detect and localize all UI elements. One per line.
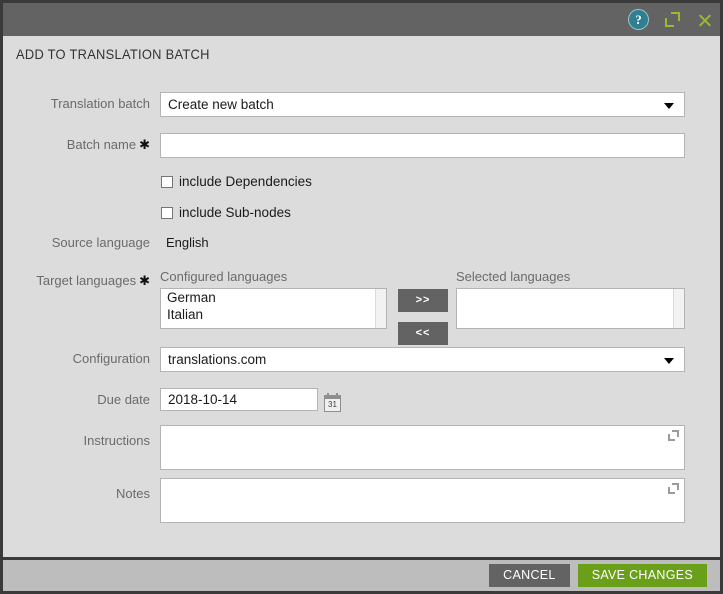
help-icon[interactable]: ? (629, 10, 648, 29)
add-language-button[interactable]: >> (398, 289, 448, 312)
expand-icon-notes[interactable] (668, 483, 679, 494)
label-configuration: Configuration (3, 351, 150, 366)
page-title: ADD TO TRANSLATION BATCH (16, 46, 210, 62)
close-icon[interactable] (697, 12, 713, 28)
checkbox-include-dependencies[interactable]: include Dependencies (161, 174, 312, 189)
due-date-input[interactable] (160, 388, 318, 411)
checkbox-include-subnodes[interactable]: include Sub-nodes (161, 205, 291, 220)
required-marker-target: ✱ (136, 273, 150, 288)
remove-language-button[interactable]: << (398, 322, 448, 345)
configured-list-scrollbar[interactable] (375, 289, 386, 328)
dialog-footer: CANCEL SAVE CHANGES (0, 557, 723, 591)
instructions-textarea[interactable] (160, 425, 685, 470)
label-instructions: Instructions (3, 433, 150, 448)
configuration-value: translations.com (168, 348, 266, 371)
calendar-day-number: 31 (325, 399, 340, 410)
window-controls: ? (629, 3, 713, 36)
label-target-languages: Target languages✱ (3, 273, 150, 289)
label-target-languages-text: Target languages (36, 273, 136, 288)
checkbox-box-dependencies[interactable] (161, 176, 173, 188)
label-batch-name-text: Batch name (67, 137, 136, 152)
list-item[interactable]: German (161, 289, 386, 306)
caption-selected-languages: Selected languages (456, 269, 570, 284)
caption-configured-languages: Configured languages (160, 269, 287, 284)
notes-textarea[interactable] (160, 478, 685, 523)
add-to-translation-batch-dialog: ? ADD TO TRANSLATION BATCH Translation b… (0, 0, 723, 594)
label-source-language: Source language (3, 235, 150, 250)
expand-icon-instructions[interactable] (668, 430, 679, 441)
label-batch-name: Batch name✱ (3, 137, 150, 153)
form-body: Translation batch Create new batch Batch… (3, 70, 720, 555)
required-marker: ✱ (136, 137, 150, 152)
translation-batch-value: Create new batch (168, 93, 274, 116)
label-translation-batch: Translation batch (3, 96, 150, 111)
save-changes-button[interactable]: SAVE CHANGES (578, 564, 707, 587)
selected-list-scrollbar[interactable] (673, 289, 684, 328)
checkbox-label-subnodes: include Sub-nodes (179, 205, 291, 220)
checkbox-box-subnodes[interactable] (161, 207, 173, 219)
source-language-value: English (166, 235, 209, 250)
checkbox-label-dependencies: include Dependencies (179, 174, 312, 189)
chevron-down-icon (664, 103, 674, 109)
footer-actions: CANCEL SAVE CHANGES (489, 564, 707, 587)
label-due-date: Due date (3, 392, 150, 407)
translation-batch-select[interactable]: Create new batch (160, 92, 685, 117)
label-notes: Notes (3, 486, 150, 501)
batch-name-input[interactable] (160, 133, 685, 158)
configuration-select[interactable]: translations.com (160, 347, 685, 372)
configured-languages-list[interactable]: German Italian (160, 288, 387, 329)
list-item[interactable]: Italian (161, 306, 386, 323)
maximize-icon[interactable] (665, 12, 680, 27)
selected-languages-list[interactable] (456, 288, 685, 329)
dialog-titlebar: ? (0, 0, 723, 36)
cancel-button[interactable]: CANCEL (489, 564, 570, 587)
chevron-down-icon-configuration (664, 358, 674, 364)
calendar-icon[interactable]: 31 (324, 395, 341, 412)
